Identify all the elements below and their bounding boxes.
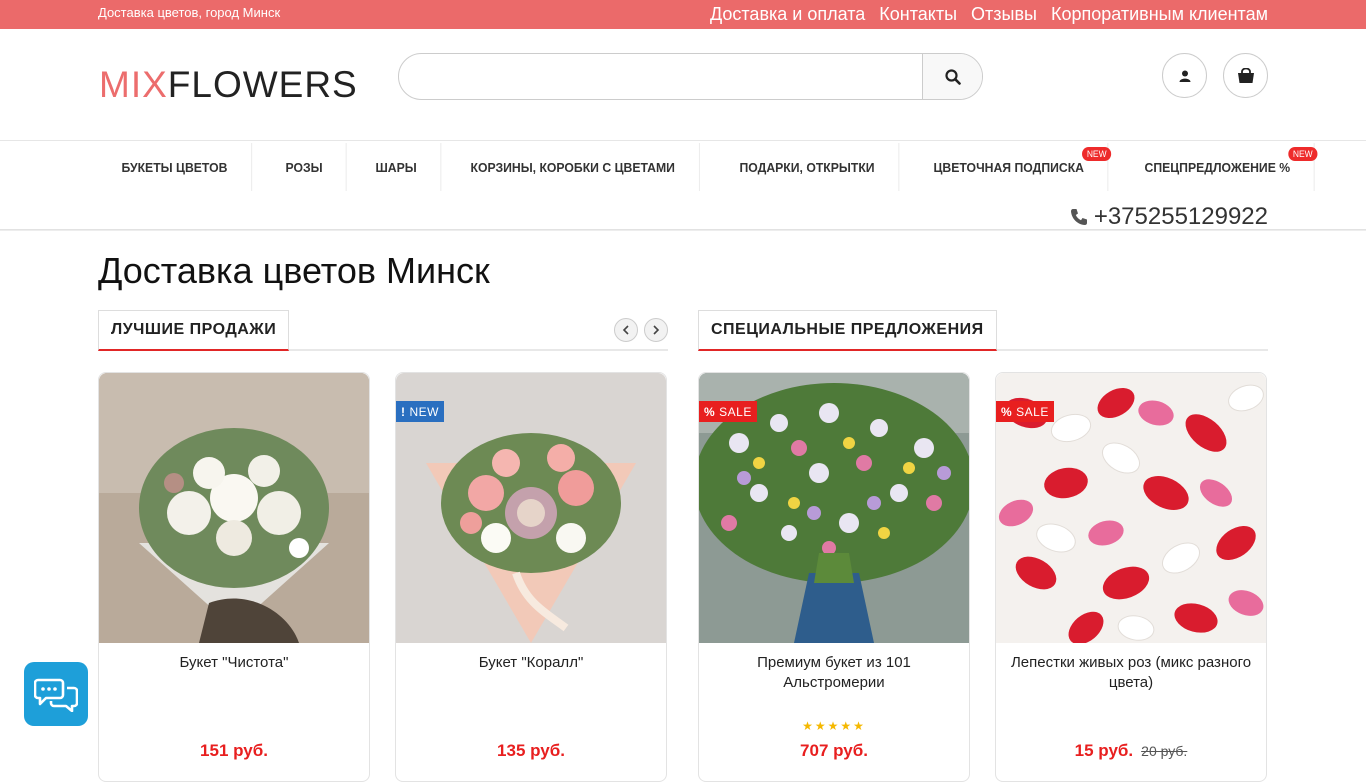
new-badge: ! NEW: [396, 401, 444, 422]
logo-mix: MIX: [99, 64, 168, 105]
product-card[interactable]: Букет "Чистота" 151 руб.: [98, 372, 370, 782]
phone-icon: [1070, 209, 1087, 225]
top-bar: Доставка цветов, город Минск Доставка и …: [0, 0, 1366, 29]
product-price: 707 руб.: [800, 741, 868, 760]
nav-item-special-offer[interactable]: СПЕЦПРЕДЛОЖЕНИЕ % NEW: [1121, 143, 1318, 191]
nav-item-label: КОРЗИНЫ, КОРОБКИ С ЦВЕТАМИ: [470, 159, 675, 175]
nav-item-label: ШАРЫ: [375, 159, 417, 175]
nav-item-gifts[interactable]: ПОДАРКИ, ОТКРЫТКИ: [716, 143, 899, 191]
phone-number[interactable]: +375255129922: [1070, 203, 1268, 231]
product-name[interactable]: Лепестки живых роз (микс разного цвета): [1006, 653, 1256, 693]
product-card[interactable]: ! NEW Букет "Коралл" 135 руб.: [395, 372, 667, 782]
bestsellers-tab[interactable]: ЛУЧШИЕ ПРОДАЖИ: [98, 310, 290, 351]
nav-item-label: СПЕЦПРЕДЛОЖЕНИЕ %: [1144, 159, 1291, 175]
nav-item-subscription[interactable]: ЦВЕТОЧНАЯ ПОДПИСКА NEW: [910, 143, 1112, 191]
sale-badge: % SALE: [996, 401, 1054, 422]
nav-item-label: ПОДАРКИ, ОТКРЫТКИ: [739, 159, 875, 175]
phone-text: +375255129922: [1093, 203, 1268, 230]
product-name[interactable]: Премиум букет из 101 Альстромерии: [709, 653, 959, 693]
header-divider: [0, 229, 1366, 231]
chat-icon: [34, 678, 78, 712]
label-text: SALE: [719, 404, 752, 419]
nav-item-bouquets[interactable]: БУКЕТЫ ЦВЕТОВ: [98, 143, 252, 191]
user-icon: [1179, 70, 1190, 82]
search-button[interactable]: [922, 54, 982, 99]
product-price: 135 руб.: [497, 741, 565, 760]
next-button[interactable]: [644, 318, 668, 342]
logo[interactable]: MIXFLOWERS: [99, 64, 358, 105]
exclamation-icon: !: [401, 404, 406, 419]
white-bouquet-image: [99, 373, 369, 643]
page-title: Доставка цветов Минск: [98, 250, 490, 291]
product-name[interactable]: Букет "Коралл": [406, 653, 656, 673]
link-reviews[interactable]: Отзывы: [971, 3, 1037, 25]
nav-item-baskets[interactable]: КОРЗИНЫ, КОРОБКИ С ЦВЕТАМИ: [447, 143, 700, 191]
cart-icon: [1237, 67, 1254, 83]
prev-button[interactable]: [614, 318, 638, 342]
chevron-right-icon: [653, 325, 660, 335]
header: MIXFLOWERS: [0, 29, 1366, 141]
logo-flowers: FLOWERS: [167, 64, 358, 105]
cart-button[interactable]: [1223, 53, 1268, 98]
specials-header: СПЕЦИАЛЬНЫЕ ПРЕДЛОЖЕНИЯ: [698, 310, 1268, 351]
chat-widget-button[interactable]: [24, 662, 88, 726]
nav-item-label: РОЗЫ: [285, 159, 323, 175]
product-card[interactable]: % SALE Премиум букет из 101 Альстромерии…: [698, 372, 970, 782]
link-contacts[interactable]: Контакты: [879, 3, 957, 25]
product-price-block: 15 руб. 20 руб.: [996, 741, 1266, 761]
product-name[interactable]: Букет "Чистота": [109, 653, 359, 673]
rating-stars: ★★★★★: [802, 719, 866, 733]
link-corporate[interactable]: Корпоративным клиентам: [1051, 3, 1268, 25]
city-label: Доставка цветов, город Минск: [98, 5, 281, 20]
sale-badge: % SALE: [699, 401, 757, 422]
nav-item-roses[interactable]: РОЗЫ: [262, 143, 347, 191]
main-nav: БУКЕТЫ ЦВЕТОВ РОЗЫ ШАРЫ КОРЗИНЫ, КОРОБКИ…: [98, 143, 1327, 191]
chevron-left-icon: [622, 325, 629, 335]
search-input[interactable]: [399, 54, 922, 99]
top-links: Доставка и оплата Контакты Отзывы Корпор…: [710, 3, 1268, 25]
product-image-white-bouquet[interactable]: [99, 373, 369, 643]
label-text: NEW: [409, 404, 439, 419]
specials-tab[interactable]: СПЕЦИАЛЬНЫЕ ПРЕДЛОЖЕНИЯ: [698, 310, 997, 351]
search-box: [398, 53, 983, 100]
product-price: 151 руб.: [200, 741, 268, 760]
search-icon: [944, 68, 961, 85]
old-price: 20 руб.: [1141, 743, 1188, 759]
percent-icon: %: [704, 404, 716, 419]
product-price: 15 руб.: [1074, 741, 1134, 760]
carousel-arrows: [614, 318, 668, 342]
bestsellers-header: ЛУЧШИЕ ПРОДАЖИ: [98, 310, 668, 351]
label-text: SALE: [1016, 404, 1049, 419]
link-delivery[interactable]: Доставка и оплата: [710, 3, 865, 25]
percent-icon: %: [1001, 404, 1013, 419]
new-badge: NEW: [1288, 147, 1318, 161]
product-card[interactable]: % SALE Лепестки живых роз (микс разного …: [995, 372, 1267, 782]
nav-item-label: ЦВЕТОЧНАЯ ПОДПИСКА: [933, 159, 1085, 175]
nav-item-label: БУКЕТЫ ЦВЕТОВ: [121, 159, 228, 175]
nav-item-balloons[interactable]: ШАРЫ: [352, 143, 442, 191]
new-badge: NEW: [1082, 147, 1112, 161]
account-button[interactable]: [1162, 53, 1207, 98]
